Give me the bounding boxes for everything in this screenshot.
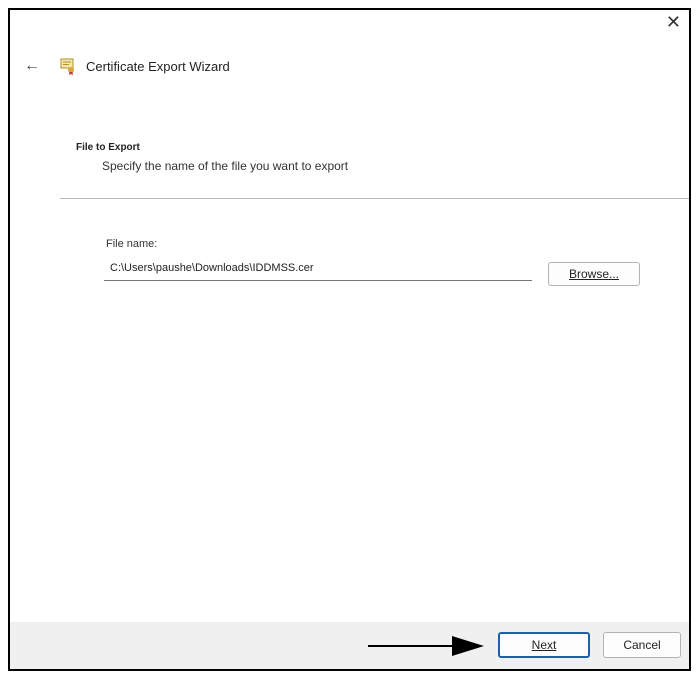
wizard-footer: Next Cancel: [10, 622, 689, 669]
file-name-input[interactable]: [104, 255, 532, 281]
file-name-label: File name:: [106, 238, 158, 250]
browse-button-label: Browse...: [568, 267, 619, 281]
cancel-button[interactable]: Cancel: [603, 632, 681, 658]
header-divider: [60, 198, 689, 199]
browse-button[interactable]: Browse...: [548, 262, 640, 286]
next-button[interactable]: Next: [498, 632, 590, 658]
section-header: File to Export Specify the name of the f…: [76, 142, 348, 173]
wizard-window: ✕ ← Certificate Export Wizard File to Ex…: [8, 8, 691, 671]
section-title: File to Export: [76, 142, 140, 153]
section-subtitle: Specify the name of the file you want to…: [102, 159, 349, 173]
close-icon[interactable]: ✕: [666, 12, 681, 33]
next-button-label: Next: [531, 638, 557, 652]
back-arrow-icon[interactable]: ←: [24, 57, 48, 75]
title-bar: ← Certificate Export Wizard: [24, 54, 230, 78]
certificate-icon: [60, 58, 74, 75]
window-title: Certificate Export Wizard: [86, 58, 230, 74]
callout-arrow-icon: [368, 636, 484, 656]
